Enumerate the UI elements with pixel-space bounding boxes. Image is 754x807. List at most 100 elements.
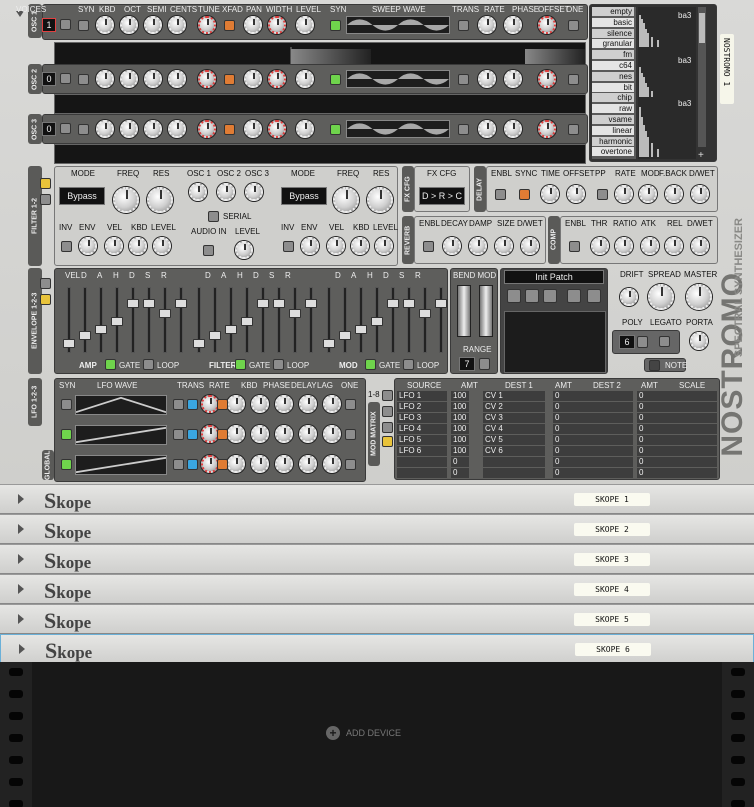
reverb-dwet-knob[interactable] (521, 237, 539, 255)
modmatrix-page-button[interactable] (382, 436, 393, 447)
loop-toggle[interactable] (403, 359, 414, 370)
envelope-fader-cap[interactable] (143, 299, 155, 308)
osc-knob[interactable] (168, 70, 186, 88)
lfo-knob[interactable] (299, 425, 317, 443)
modmatrix-cell[interactable] (483, 457, 545, 467)
envelope-fader-cap[interactable] (371, 317, 383, 326)
modmatrix-cell[interactable] (567, 402, 633, 412)
envelope-fader-cap[interactable] (305, 299, 317, 308)
wavetable-scrollbar[interactable] (698, 7, 706, 147)
lfo-knob[interactable] (275, 455, 293, 473)
osc-tab[interactable]: OSC 2 (28, 64, 42, 94)
lfo-knob[interactable] (227, 395, 245, 413)
modmatrix-cell[interactable]: CV 1 (483, 391, 545, 401)
xfade-toggle[interactable] (224, 20, 235, 31)
osc-knob[interactable] (296, 120, 314, 138)
modmatrix-cell[interactable]: 0 (637, 435, 657, 445)
lfo-wave-display[interactable] (75, 395, 167, 415)
envelope-fader-cap[interactable] (95, 325, 107, 334)
expand-arrow-icon[interactable] (18, 614, 24, 624)
reverb-damp-knob[interactable] (469, 237, 487, 255)
wavetable-item[interactable]: basic (592, 17, 634, 27)
osc-knob[interactable] (504, 120, 522, 138)
wrench-icon[interactable] (587, 289, 601, 303)
filter2-res-knob[interactable] (367, 187, 393, 213)
comp-atk-knob[interactable] (641, 237, 659, 255)
gate-toggle[interactable] (235, 359, 246, 370)
skope-device-row[interactable]: Skope SKOPE 5 (0, 604, 754, 634)
envelope-fader-cap[interactable] (175, 299, 187, 308)
delay-pp-toggle[interactable] (597, 189, 608, 200)
modmatrix-cell[interactable] (567, 468, 633, 478)
wavetable-item[interactable]: c64 (592, 61, 634, 70)
wavetable-item[interactable]: bit (592, 82, 634, 92)
osc-knob[interactable] (198, 16, 216, 34)
gate-toggle[interactable] (105, 359, 116, 370)
reverb-size-knob[interactable] (495, 237, 513, 255)
modmatrix-cell[interactable]: 0 (637, 402, 657, 412)
modmatrix-cell[interactable] (655, 391, 717, 401)
modmatrix-cell[interactable]: CV 5 (483, 435, 545, 445)
delay-enable-toggle[interactable] (495, 189, 506, 200)
skope-name-tag[interactable]: SKOPE 6 (575, 643, 651, 656)
wavetable-item[interactable]: raw (592, 104, 634, 114)
lfo-knob[interactable] (299, 395, 317, 413)
modmatrix-cell[interactable]: 0 (451, 468, 469, 478)
note-led[interactable] (649, 360, 660, 371)
filter1-select-button[interactable] (40, 178, 51, 189)
modmatrix-cell[interactable] (567, 391, 633, 401)
envelope-fader-cap[interactable] (63, 339, 75, 348)
modmatrix-cell[interactable]: CV 4 (483, 424, 545, 434)
osc-knob[interactable] (478, 120, 496, 138)
modmatrix-row[interactable]: 000 (397, 468, 717, 478)
lfo-sync-toggle[interactable] (61, 399, 72, 410)
wavetable-item[interactable]: granular (592, 39, 634, 49)
delay-time-knob[interactable] (541, 185, 559, 203)
lfo-knob[interactable] (251, 455, 269, 473)
wavetable-item[interactable]: vsame (592, 115, 634, 124)
modmatrix-cell[interactable] (483, 468, 545, 478)
skope-device-row[interactable]: Skope SKOPE 3 (0, 544, 754, 574)
osc-knob[interactable] (120, 120, 138, 138)
patch-prev-next-button[interactable] (507, 289, 521, 303)
osc-knob[interactable] (478, 16, 496, 34)
osc-knob[interactable] (268, 16, 286, 34)
pitch-bend-wheel[interactable] (457, 285, 471, 337)
filter1-env-knob[interactable] (79, 237, 97, 255)
lfo-sync-toggle[interactable] (61, 429, 72, 440)
audio-in-level-knob[interactable] (235, 241, 253, 259)
lfo-knob[interactable] (323, 425, 341, 443)
plus-icon[interactable]: + (698, 150, 704, 161)
modmatrix-cell[interactable] (655, 413, 717, 423)
filter1-level-knob[interactable] (153, 237, 171, 255)
lfo-trans-led[interactable] (187, 399, 198, 410)
modmatrix-cell[interactable]: 0 (451, 457, 469, 467)
lfo-trans-toggle[interactable] (173, 399, 184, 410)
filter2-level-knob[interactable] (375, 237, 393, 255)
modmatrix-row[interactable]: LFO 6 100 CV 600 (397, 446, 717, 456)
envelope-fader-cap[interactable] (79, 331, 91, 340)
lfo-rate-sync[interactable] (217, 399, 228, 410)
osc-knob[interactable] (168, 16, 186, 34)
trans-toggle[interactable] (458, 74, 469, 85)
sync-toggle[interactable] (78, 20, 89, 31)
nostromo-name-tag[interactable]: NOSTROMO 1 (720, 34, 734, 104)
modmatrix-cell[interactable]: 0 (637, 391, 657, 401)
one-shot-toggle[interactable] (568, 74, 579, 85)
voices-stepper[interactable] (60, 73, 71, 84)
osc-tab[interactable]: OSC 3 (28, 114, 42, 144)
skope-name-tag[interactable]: SKOPE 2 (574, 523, 650, 536)
lfo-trans-led[interactable] (187, 459, 198, 470)
wavetable-item[interactable]: overtone (592, 147, 634, 157)
filter2-kbd-knob[interactable] (351, 237, 369, 255)
modmatrix-cell[interactable] (655, 402, 717, 412)
skope-name-tag[interactable]: SKOPE 3 (574, 553, 650, 566)
lfo-knob[interactable] (299, 455, 317, 473)
osc-knob[interactable] (478, 70, 496, 88)
delay-sync-toggle[interactable] (519, 189, 530, 200)
modmatrix-cell[interactable] (397, 457, 447, 467)
randomize-icon[interactable] (567, 289, 581, 303)
osc-knob[interactable] (538, 120, 556, 138)
osc-knob[interactable] (538, 16, 556, 34)
osc-sync-button[interactable] (330, 124, 341, 135)
